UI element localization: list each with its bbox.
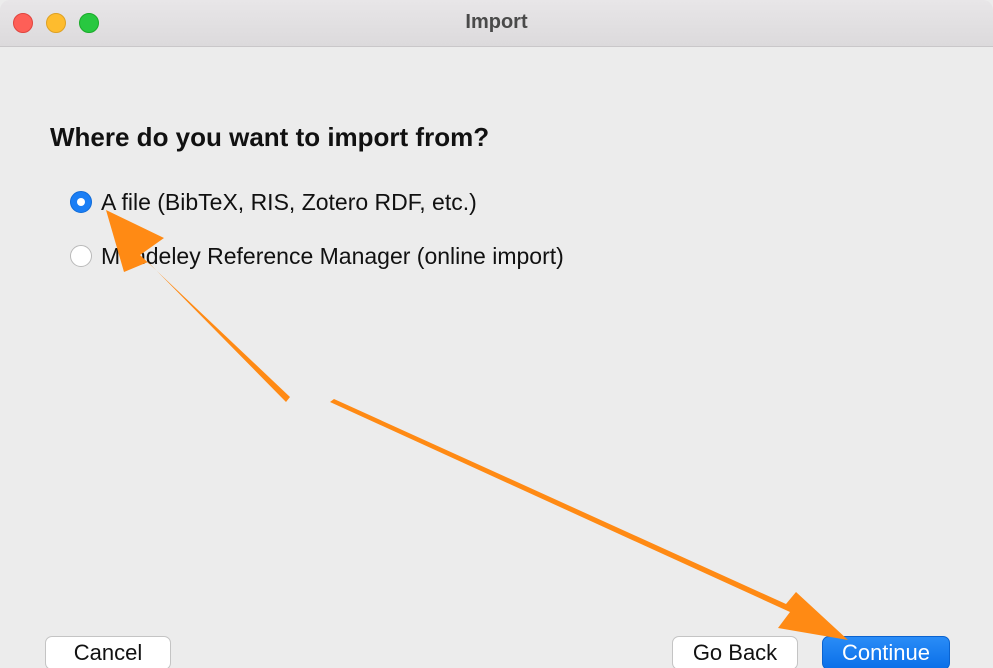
option-mendeley[interactable]: Mendeley Reference Manager (online impor… (70, 242, 564, 270)
annotation-arrow-to-continue (330, 399, 848, 640)
option-a-file[interactable]: A file (BibTeX, RIS, Zotero RDF, etc.) (70, 188, 477, 216)
window-title: Import (465, 11, 528, 33)
annotation-arrow-to-file-option (106, 210, 290, 402)
import-source-question: Where do you want to import from? (50, 122, 490, 152)
cancel-button[interactable]: Cancel (45, 636, 171, 668)
title-bar: Import (0, 0, 993, 47)
continue-button[interactable]: Continue (822, 636, 950, 668)
option-a-file-label[interactable]: A file (BibTeX, RIS, Zotero RDF, etc.) (101, 189, 477, 216)
go-back-button[interactable]: Go Back (672, 636, 798, 668)
radio-unselected-icon[interactable] (70, 245, 92, 267)
radio-selected-icon[interactable] (70, 191, 92, 213)
option-mendeley-label[interactable]: Mendeley Reference Manager (online impor… (101, 243, 564, 270)
import-window: Import Where do you want to import from?… (0, 0, 993, 668)
annotation-overlay (106, 210, 848, 640)
